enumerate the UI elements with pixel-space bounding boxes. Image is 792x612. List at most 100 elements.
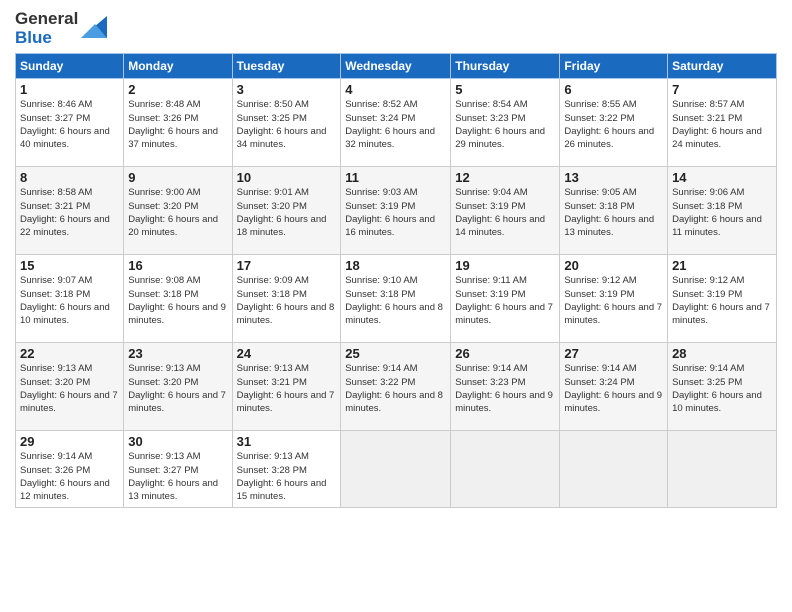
header-tuesday: Tuesday xyxy=(232,54,341,79)
calendar-cell: 17Sunrise: 9:09 AMSunset: 3:18 PMDayligh… xyxy=(232,255,341,343)
calendar-cell: 30Sunrise: 9:13 AMSunset: 3:27 PMDayligh… xyxy=(124,431,232,507)
page: General Blue SundayMondayTuesdayWednesda… xyxy=(0,0,792,612)
header-friday: Friday xyxy=(560,54,668,79)
calendar-cell: 5Sunrise: 8:54 AMSunset: 3:23 PMDaylight… xyxy=(451,79,560,167)
header-saturday: Saturday xyxy=(668,54,777,79)
header-monday: Monday xyxy=(124,54,232,79)
calendar-cell: 25Sunrise: 9:14 AMSunset: 3:22 PMDayligh… xyxy=(341,343,451,431)
day-number: 8 xyxy=(20,170,119,185)
day-number: 7 xyxy=(672,82,772,97)
calendar-cell: 12Sunrise: 9:04 AMSunset: 3:19 PMDayligh… xyxy=(451,167,560,255)
day-info: Sunrise: 9:13 AMSunset: 3:20 PMDaylight:… xyxy=(128,362,227,415)
day-info: Sunrise: 9:13 AMSunset: 3:21 PMDaylight:… xyxy=(237,362,337,415)
day-info: Sunrise: 9:12 AMSunset: 3:19 PMDaylight:… xyxy=(672,274,772,327)
day-number: 2 xyxy=(128,82,227,97)
header-wednesday: Wednesday xyxy=(341,54,451,79)
calendar-cell: 19Sunrise: 9:11 AMSunset: 3:19 PMDayligh… xyxy=(451,255,560,343)
day-number: 17 xyxy=(237,258,337,273)
day-info: Sunrise: 9:10 AMSunset: 3:18 PMDaylight:… xyxy=(345,274,446,327)
day-info: Sunrise: 9:04 AMSunset: 3:19 PMDaylight:… xyxy=(455,186,555,239)
calendar-cell: 21Sunrise: 9:12 AMSunset: 3:19 PMDayligh… xyxy=(668,255,777,343)
calendar-table: SundayMondayTuesdayWednesdayThursdayFrid… xyxy=(15,53,777,507)
day-info: Sunrise: 9:13 AMSunset: 3:28 PMDaylight:… xyxy=(237,450,337,503)
day-number: 4 xyxy=(345,82,446,97)
calendar-cell: 14Sunrise: 9:06 AMSunset: 3:18 PMDayligh… xyxy=(668,167,777,255)
day-number: 9 xyxy=(128,170,227,185)
day-number: 13 xyxy=(564,170,663,185)
day-number: 28 xyxy=(672,346,772,361)
day-info: Sunrise: 9:01 AMSunset: 3:20 PMDaylight:… xyxy=(237,186,337,239)
week-row-3: 15Sunrise: 9:07 AMSunset: 3:18 PMDayligh… xyxy=(16,255,777,343)
header-row: SundayMondayTuesdayWednesdayThursdayFrid… xyxy=(16,54,777,79)
header: General Blue xyxy=(15,10,777,47)
header-sunday: Sunday xyxy=(16,54,124,79)
calendar-cell: 23Sunrise: 9:13 AMSunset: 3:20 PMDayligh… xyxy=(124,343,232,431)
day-number: 20 xyxy=(564,258,663,273)
day-info: Sunrise: 9:12 AMSunset: 3:19 PMDaylight:… xyxy=(564,274,663,327)
day-info: Sunrise: 9:00 AMSunset: 3:20 PMDaylight:… xyxy=(128,186,227,239)
calendar-cell: 10Sunrise: 9:01 AMSunset: 3:20 PMDayligh… xyxy=(232,167,341,255)
day-info: Sunrise: 9:13 AMSunset: 3:27 PMDaylight:… xyxy=(128,450,227,503)
day-info: Sunrise: 9:14 AMSunset: 3:25 PMDaylight:… xyxy=(672,362,772,415)
calendar-cell xyxy=(451,431,560,507)
day-number: 5 xyxy=(455,82,555,97)
day-info: Sunrise: 9:09 AMSunset: 3:18 PMDaylight:… xyxy=(237,274,337,327)
calendar-cell xyxy=(560,431,668,507)
calendar-cell: 24Sunrise: 9:13 AMSunset: 3:21 PMDayligh… xyxy=(232,343,341,431)
calendar-cell: 3Sunrise: 8:50 AMSunset: 3:25 PMDaylight… xyxy=(232,79,341,167)
calendar-cell: 22Sunrise: 9:13 AMSunset: 3:20 PMDayligh… xyxy=(16,343,124,431)
calendar-cell: 29Sunrise: 9:14 AMSunset: 3:26 PMDayligh… xyxy=(16,431,124,507)
day-number: 22 xyxy=(20,346,119,361)
day-info: Sunrise: 8:48 AMSunset: 3:26 PMDaylight:… xyxy=(128,98,227,151)
day-info: Sunrise: 9:06 AMSunset: 3:18 PMDaylight:… xyxy=(672,186,772,239)
calendar-cell: 16Sunrise: 9:08 AMSunset: 3:18 PMDayligh… xyxy=(124,255,232,343)
day-number: 12 xyxy=(455,170,555,185)
day-number: 15 xyxy=(20,258,119,273)
day-number: 30 xyxy=(128,434,227,449)
day-info: Sunrise: 9:03 AMSunset: 3:19 PMDaylight:… xyxy=(345,186,446,239)
day-number: 29 xyxy=(20,434,119,449)
week-row-4: 22Sunrise: 9:13 AMSunset: 3:20 PMDayligh… xyxy=(16,343,777,431)
calendar-cell: 11Sunrise: 9:03 AMSunset: 3:19 PMDayligh… xyxy=(341,167,451,255)
calendar-cell: 13Sunrise: 9:05 AMSunset: 3:18 PMDayligh… xyxy=(560,167,668,255)
calendar-cell: 31Sunrise: 9:13 AMSunset: 3:28 PMDayligh… xyxy=(232,431,341,507)
day-number: 6 xyxy=(564,82,663,97)
day-info: Sunrise: 9:14 AMSunset: 3:22 PMDaylight:… xyxy=(345,362,446,415)
day-info: Sunrise: 9:11 AMSunset: 3:19 PMDaylight:… xyxy=(455,274,555,327)
day-number: 24 xyxy=(237,346,337,361)
calendar-cell xyxy=(341,431,451,507)
day-number: 27 xyxy=(564,346,663,361)
day-info: Sunrise: 8:46 AMSunset: 3:27 PMDaylight:… xyxy=(20,98,119,151)
calendar-cell: 6Sunrise: 8:55 AMSunset: 3:22 PMDaylight… xyxy=(560,79,668,167)
day-number: 23 xyxy=(128,346,227,361)
day-info: Sunrise: 9:14 AMSunset: 3:23 PMDaylight:… xyxy=(455,362,555,415)
week-row-2: 8Sunrise: 8:58 AMSunset: 3:21 PMDaylight… xyxy=(16,167,777,255)
day-info: Sunrise: 9:13 AMSunset: 3:20 PMDaylight:… xyxy=(20,362,119,415)
calendar-cell: 18Sunrise: 9:10 AMSunset: 3:18 PMDayligh… xyxy=(341,255,451,343)
calendar-cell: 4Sunrise: 8:52 AMSunset: 3:24 PMDaylight… xyxy=(341,79,451,167)
day-number: 26 xyxy=(455,346,555,361)
day-number: 31 xyxy=(237,434,337,449)
day-number: 25 xyxy=(345,346,446,361)
calendar-cell: 26Sunrise: 9:14 AMSunset: 3:23 PMDayligh… xyxy=(451,343,560,431)
day-info: Sunrise: 8:55 AMSunset: 3:22 PMDaylight:… xyxy=(564,98,663,151)
calendar-cell: 28Sunrise: 9:14 AMSunset: 3:25 PMDayligh… xyxy=(668,343,777,431)
calendar-cell: 8Sunrise: 8:58 AMSunset: 3:21 PMDaylight… xyxy=(16,167,124,255)
day-info: Sunrise: 9:14 AMSunset: 3:24 PMDaylight:… xyxy=(564,362,663,415)
calendar-cell: 9Sunrise: 9:00 AMSunset: 3:20 PMDaylight… xyxy=(124,167,232,255)
calendar-cell: 15Sunrise: 9:07 AMSunset: 3:18 PMDayligh… xyxy=(16,255,124,343)
day-number: 21 xyxy=(672,258,772,273)
day-number: 19 xyxy=(455,258,555,273)
week-row-1: 1Sunrise: 8:46 AMSunset: 3:27 PMDaylight… xyxy=(16,79,777,167)
day-info: Sunrise: 8:52 AMSunset: 3:24 PMDaylight:… xyxy=(345,98,446,151)
calendar-cell: 20Sunrise: 9:12 AMSunset: 3:19 PMDayligh… xyxy=(560,255,668,343)
day-number: 18 xyxy=(345,258,446,273)
day-number: 10 xyxy=(237,170,337,185)
day-info: Sunrise: 8:58 AMSunset: 3:21 PMDaylight:… xyxy=(20,186,119,239)
day-number: 1 xyxy=(20,82,119,97)
header-thursday: Thursday xyxy=(451,54,560,79)
day-info: Sunrise: 8:57 AMSunset: 3:21 PMDaylight:… xyxy=(672,98,772,151)
logo-blue: Blue xyxy=(15,29,52,48)
day-info: Sunrise: 9:07 AMSunset: 3:18 PMDaylight:… xyxy=(20,274,119,327)
day-number: 11 xyxy=(345,170,446,185)
